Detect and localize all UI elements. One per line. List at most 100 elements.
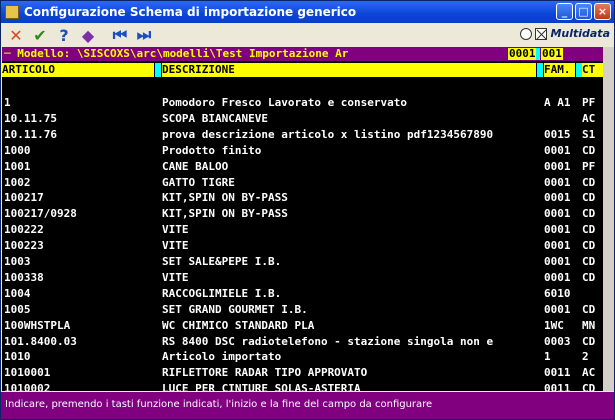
table-row[interactable]: 100338 VITE 0001 CD xyxy=(2,270,603,285)
cell-articolo: 1010 xyxy=(4,350,31,364)
table-row[interactable]: 1005 SET GRAND GOURMET I.B. 0001 CD xyxy=(2,302,603,317)
model-path: ─ Modello: \SISCOXS\arc\modelli\Test Imp… xyxy=(4,47,349,60)
header-fam[interactable]: FAM. xyxy=(544,63,575,77)
cell-articolo: 1002 xyxy=(4,175,31,189)
table-row[interactable]: 1 Pomodoro Fresco Lavorato e conservato A … xyxy=(2,95,603,110)
column-headers: ARTICOLO DESCRIZIONE FAM. CT xyxy=(2,63,603,77)
table-row[interactable]: 1010001 RIFLETTORE RADAR TIPO APPROVATO 00… xyxy=(2,365,603,380)
table-row[interactable]: 10.11.76 prova descrizione articolo x lis… xyxy=(2,127,603,142)
cell-articolo: 100338 xyxy=(4,270,44,284)
cell-descrizione: CANE BALOO xyxy=(162,159,229,173)
close-button[interactable]: × xyxy=(594,3,611,20)
table-row[interactable]: 10.11.75 SCOPA BIANCANEVE AC xyxy=(2,111,603,126)
cell-descrizione: RIFLETTORE RADAR TIPO APPROVATO xyxy=(162,366,368,380)
table-row[interactable]: 1010 Articolo importato 1 2 xyxy=(2,349,603,364)
cell-descrizione: Prodotto finito xyxy=(162,143,262,157)
cell-articolo: 1003 xyxy=(4,255,31,268)
cell-descrizione: VITE xyxy=(162,239,189,253)
cell-articolo: 1000 xyxy=(4,143,31,157)
cell-ct: AC xyxy=(582,111,596,125)
cell-ct: CD xyxy=(582,334,596,348)
cell-descrizione: SET SALE&PEPE I.B. xyxy=(162,255,282,268)
cell-descrizione: prova descrizione articolo x listino pdf… xyxy=(162,127,494,141)
cell-fam: 0015 xyxy=(544,127,571,141)
cell-ct: CD xyxy=(582,143,596,157)
cell-fam: 0001 xyxy=(544,239,571,253)
model-field-end[interactable]: 001 xyxy=(541,48,563,60)
app-icon xyxy=(5,5,19,19)
cell-descrizione: KIT,SPIN ON BY-PASS xyxy=(162,191,288,205)
cell-articolo: 1010001 xyxy=(4,366,51,380)
cell-descrizione: KIT,SPIN ON BY-PASS xyxy=(162,207,288,221)
header-descrizione[interactable]: DESCRIZIONE xyxy=(162,63,536,77)
cell-ct: CD xyxy=(582,207,596,221)
cell-descrizione: WC CHIMICO STANDARD PLA xyxy=(162,318,315,332)
cell-fam: 0003 xyxy=(544,334,571,348)
cell-articolo: 1 xyxy=(4,96,11,109)
tool-icon[interactable]: ◆ xyxy=(79,26,97,45)
cell-fam: 1 xyxy=(544,350,551,364)
cell-articolo: 101.8400.03 xyxy=(4,334,77,348)
first-record-icon[interactable]: ⏮ xyxy=(111,25,129,44)
model-field-start[interactable]: 0001 xyxy=(508,48,537,60)
status-bar: Indicare, premendo i tasti funzione indi… xyxy=(1,392,614,419)
header-separator xyxy=(537,63,543,77)
table-row[interactable]: 100223 VITE 0001 CD xyxy=(2,238,603,253)
cell-ct: CD xyxy=(582,382,596,391)
table-row[interactable]: 100WHSTPLA WC CHIMICO STANDARD PLA 1WC MN xyxy=(2,318,603,333)
maximize-button[interactable]: □ xyxy=(575,3,592,20)
minimize-button[interactable]: _ xyxy=(556,3,573,20)
cell-ct: PF xyxy=(582,159,596,173)
table-row[interactable]: 100222 VITE 0001 CD xyxy=(2,222,603,237)
table-row[interactable]: 1004 RACCOGLIMIELE I.B. 6010 xyxy=(2,286,603,301)
cell-fam: 0001 xyxy=(544,143,571,157)
cell-ct: CD xyxy=(582,302,596,316)
table-row[interactable]: 1010002 LUCE PER CINTURE SOLAS-ASTERIA 001… xyxy=(2,381,603,391)
cell-articolo: 10.11.76 xyxy=(4,127,57,141)
header-ct[interactable]: CT xyxy=(582,63,603,77)
title-bar[interactable]: Configurazione Schema di importazione ge… xyxy=(1,1,614,23)
table-row[interactable]: 1002 GATTO TIGRE 0001 CD xyxy=(2,175,603,190)
cell-articolo: 100WHSTPLA xyxy=(4,318,71,332)
table-row[interactable]: 101.8400.03 RS 8400 DSC radiotelefono - s… xyxy=(2,334,603,349)
cell-fam: 0001 xyxy=(544,191,571,205)
window-title: Configurazione Schema di importazione ge… xyxy=(24,5,357,19)
cancel-icon[interactable]: ✕ xyxy=(7,26,25,45)
brand-logo: Multidata xyxy=(520,27,610,40)
cell-fam: 0011 xyxy=(544,366,571,380)
cell-fam: 0001 xyxy=(544,270,571,284)
circle-icon xyxy=(520,27,533,40)
cell-ct: CD xyxy=(582,239,596,253)
cell-ct: AC xyxy=(582,366,596,380)
cell-descrizione: SCOPA BIANCANEVE xyxy=(162,111,268,125)
window-controls: _ □ × xyxy=(556,3,611,20)
cell-ct: CD xyxy=(582,191,596,205)
table-row[interactable]: 1001 CANE BALOO 0001 PF xyxy=(2,159,603,174)
terminal-area[interactable]: ─ Modello: \SISCOXS\arc\modelli\Test Imp… xyxy=(2,47,603,391)
cell-fam: 0001 xyxy=(544,302,571,316)
cell-ct: CD xyxy=(582,270,596,284)
table-row[interactable]: 1003 SET SALE&PEPE I.B. 0001 CD xyxy=(2,254,603,269)
vertical-scrollbar[interactable] xyxy=(603,47,614,391)
cell-descrizione: Pomodoro Fresco Lavorato e conservato xyxy=(162,96,408,109)
header-articolo[interactable]: ARTICOLO xyxy=(2,63,154,77)
cell-descrizione: RACCOGLIMIELE I.B. xyxy=(162,286,282,300)
cell-articolo: 100222 xyxy=(4,223,44,237)
confirm-icon[interactable]: ✔ xyxy=(31,26,49,45)
table-row[interactable]: 100217/0928 KIT,SPIN ON BY-PASS 0001 CD xyxy=(2,206,603,221)
cell-articolo: 100217/0928 xyxy=(4,207,77,221)
last-record-icon[interactable]: ⏭ xyxy=(135,25,153,44)
main-window: Configurazione Schema di importazione ge… xyxy=(0,0,615,420)
help-icon[interactable]: ? xyxy=(55,26,73,45)
cell-ct: CD xyxy=(582,255,596,268)
cell-fam: 1WC xyxy=(544,318,564,332)
cell-ct: CD xyxy=(582,175,596,189)
model-line: ─ Modello: \SISCOXS\arc\modelli\Test Imp… xyxy=(2,47,603,61)
table-row[interactable]: 1000 Prodotto finito 0001 CD xyxy=(2,143,603,158)
cell-articolo: 1010002 xyxy=(4,382,51,391)
cross-box-icon xyxy=(535,27,548,40)
cell-fam: 6010 xyxy=(544,286,571,300)
cell-fam: 0001 xyxy=(544,223,571,237)
table-row[interactable]: 100217 KIT,SPIN ON BY-PASS 0001 CD xyxy=(2,190,603,205)
cell-articolo: 10.11.75 xyxy=(4,111,57,125)
